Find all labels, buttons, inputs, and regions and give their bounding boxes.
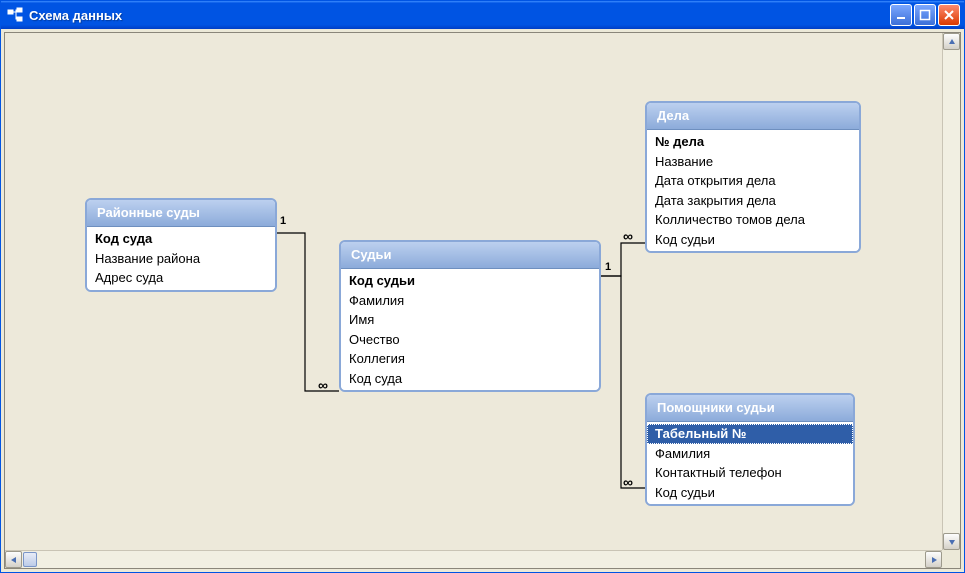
scroll-thumb[interactable] (23, 552, 37, 567)
field-row[interactable]: Колличество томов дела (647, 210, 859, 230)
horizontal-scrollbar[interactable] (5, 550, 942, 568)
entity-fields: Табельный № Фамилия Контактный телефон К… (647, 422, 853, 504)
entity-fields: № дела Название Дата открытия дела Дата … (647, 130, 859, 251)
entity-title[interactable]: Судьи (341, 242, 599, 269)
field-row[interactable]: Фамилия (341, 291, 599, 311)
field-row[interactable]: Контактный телефон (647, 463, 853, 483)
field-row[interactable]: Коллегия (341, 349, 599, 369)
entity-assistants[interactable]: Помощники судьи Табельный № Фамилия Конт… (645, 393, 855, 506)
close-button[interactable] (938, 4, 960, 26)
cardinality-many: ∞ (623, 474, 633, 490)
field-row[interactable]: Имя (341, 310, 599, 330)
field-row[interactable]: Код суда (87, 229, 275, 249)
entity-district-courts[interactable]: Районные суды Код суда Название района А… (85, 198, 277, 292)
scroll-corner (942, 550, 960, 568)
entity-fields: Код судьи Фамилия Имя Очество Коллегия К… (341, 269, 599, 390)
entity-fields: Код суда Название района Адрес суда (87, 227, 275, 290)
field-row[interactable]: Код судьи (647, 230, 859, 250)
entity-title[interactable]: Районные суды (87, 200, 275, 227)
field-row[interactable]: Дата открытия дела (647, 171, 859, 191)
scroll-up-button[interactable] (943, 33, 960, 50)
window-buttons (890, 4, 960, 26)
cardinality-one: 1 (280, 215, 286, 227)
entity-title[interactable]: Помощники судьи (647, 395, 853, 422)
minimize-button[interactable] (890, 4, 912, 26)
field-row[interactable]: Очество (341, 330, 599, 350)
field-row[interactable]: № дела (647, 132, 859, 152)
cardinality-many: ∞ (623, 228, 633, 244)
field-row[interactable]: Фамилия (647, 444, 853, 464)
field-row[interactable]: Код суда (341, 369, 599, 389)
field-row[interactable]: Название района (87, 249, 275, 269)
schema-canvas[interactable]: 1 ∞ 1 ∞ ∞ Районные суды Код суда Названи… (5, 33, 942, 550)
app-icon (7, 7, 23, 23)
scroll-left-button[interactable] (5, 551, 22, 568)
field-row[interactable]: Дата закрытия дела (647, 191, 859, 211)
entity-cases[interactable]: Дела № дела Название Дата открытия дела … (645, 101, 861, 253)
scroll-down-button[interactable] (943, 533, 960, 550)
entity-title[interactable]: Дела (647, 103, 859, 130)
vertical-scrollbar[interactable] (942, 33, 960, 550)
schema-window: Схема данных 1 ∞ (0, 0, 965, 573)
scroll-right-button[interactable] (925, 551, 942, 568)
entity-judges[interactable]: Судьи Код судьи Фамилия Имя Очество Колл… (339, 240, 601, 392)
window-title: Схема данных (29, 8, 890, 23)
field-row[interactable]: Адрес суда (87, 268, 275, 288)
cardinality-one: 1 (605, 261, 611, 273)
field-row[interactable]: Код судьи (647, 483, 853, 503)
client-area: 1 ∞ 1 ∞ ∞ Районные суды Код суда Названи… (4, 32, 961, 569)
field-row[interactable]: Код судьи (341, 271, 599, 291)
field-row[interactable]: Табельный № (647, 424, 853, 444)
maximize-button[interactable] (914, 4, 936, 26)
cardinality-many: ∞ (318, 377, 328, 393)
titlebar[interactable]: Схема данных (1, 1, 964, 29)
field-row[interactable]: Название (647, 152, 859, 172)
